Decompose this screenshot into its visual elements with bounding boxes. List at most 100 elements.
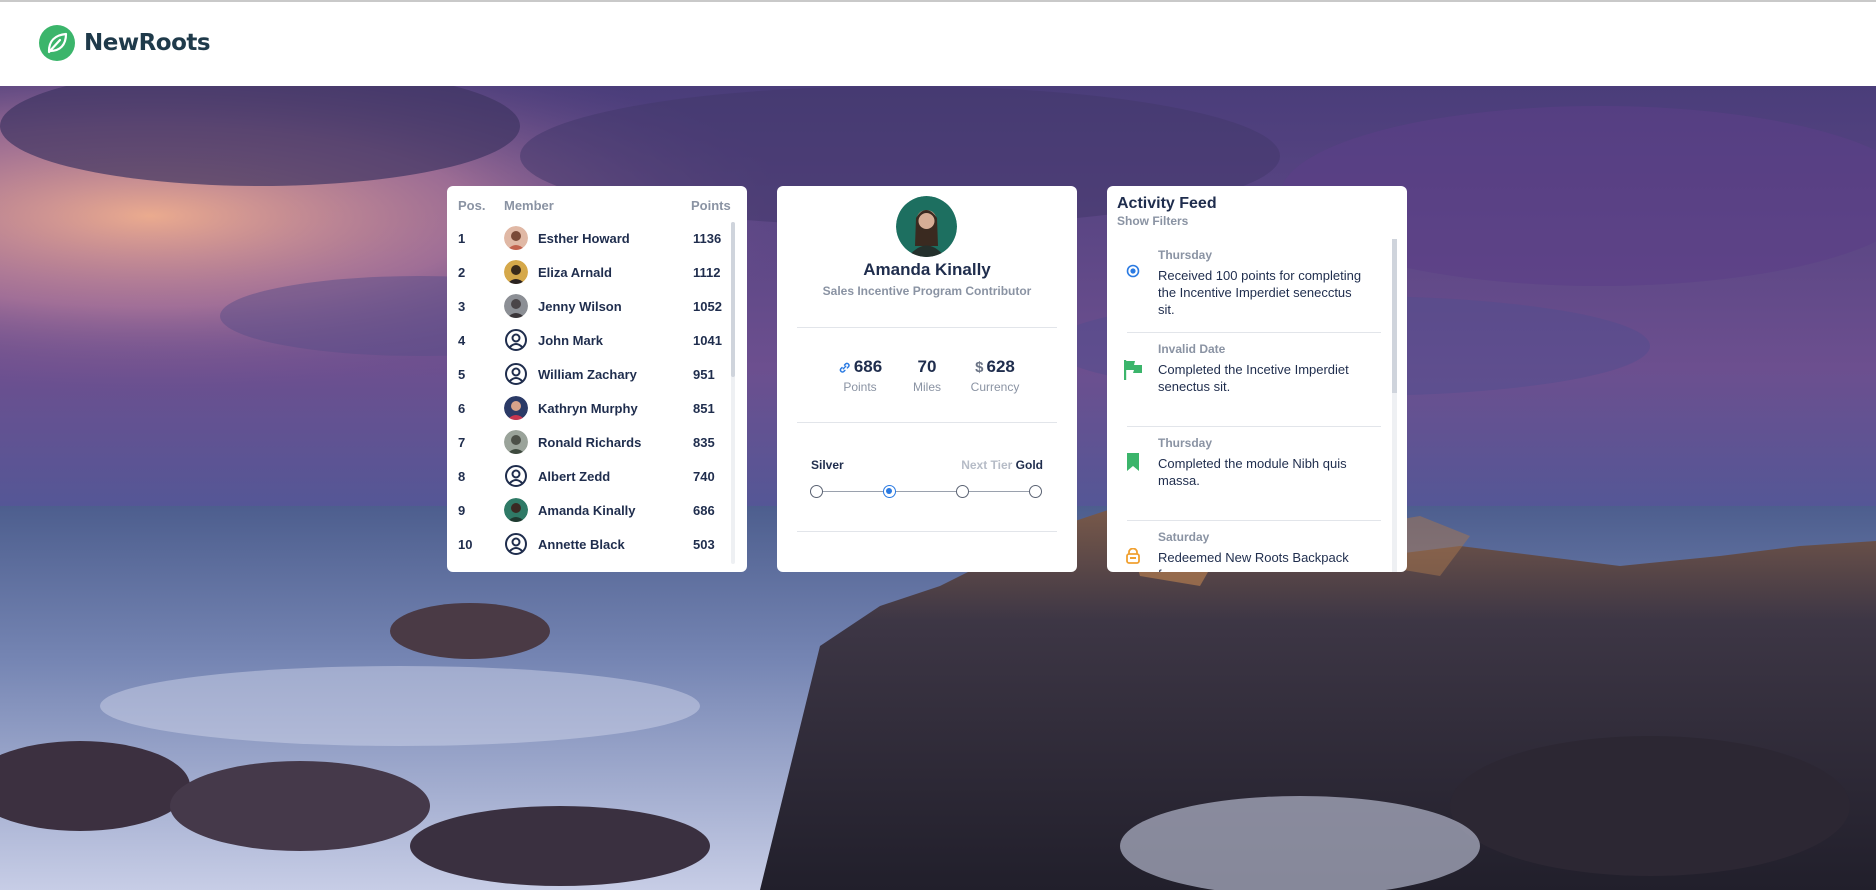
divider <box>797 327 1057 328</box>
list-item[interactable]: Thursday Received 100 points for complet… <box>1107 239 1387 333</box>
col-member: Member <box>504 198 554 213</box>
row-pos: 10 <box>458 537 473 552</box>
row-points: 503 <box>693 537 715 552</box>
row-pos: 8 <box>458 469 466 484</box>
row-pos: 3 <box>458 299 466 314</box>
row-pos: 2 <box>458 265 466 280</box>
leaderboard-card: Pos. Member Points 1 Esther Howard 1136 … <box>447 186 747 572</box>
profile-role: Sales Incentive Program Contributor <box>822 284 1032 298</box>
avatar <box>504 396 528 420</box>
scrollbar-thumb[interactable] <box>731 222 735 377</box>
profile-avatar <box>896 196 957 257</box>
avatar <box>504 498 528 522</box>
target-icon <box>1122 260 1144 282</box>
activity-list: Thursday Received 100 points for complet… <box>1107 239 1387 572</box>
activity-text: Received 100 points for completing the I… <box>1158 268 1362 317</box>
row-name: Ronald Richards <box>538 435 642 450</box>
leaderboard-scrollbar[interactable] <box>731 222 735 564</box>
brand-logo[interactable]: NewRoots <box>38 24 211 62</box>
divider <box>797 422 1057 423</box>
flag-icon <box>1122 359 1144 381</box>
tier-next: Next Tier Gold <box>961 458 1043 472</box>
table-row[interactable]: 8 Albert Zedd 740 <box>447 460 747 494</box>
row-name: John Mark <box>538 333 604 348</box>
app-header: NewRoots <box>0 2 1876 86</box>
link-icon <box>839 362 850 373</box>
table-row[interactable]: 2 Eliza Arnald 1112 <box>447 256 747 290</box>
row-pos: 6 <box>458 401 466 416</box>
activity-text: Redeemed New Roots Backpack for <box>1158 550 1349 572</box>
row-points: 835 <box>693 435 715 450</box>
stat-currency: $ 628 Currency <box>955 357 1035 394</box>
row-pos: 9 <box>458 503 466 518</box>
tier-step-current <box>883 485 896 498</box>
row-name: Albert Zedd <box>538 469 611 484</box>
tier-track-line <box>816 491 1038 492</box>
col-pos: Pos. <box>458 198 486 213</box>
row-points: 851 <box>693 401 715 416</box>
leaf-icon <box>39 25 75 61</box>
row-points: 951 <box>693 367 715 382</box>
avatar <box>504 260 528 284</box>
avatar <box>504 226 528 250</box>
row-name: Amanda Kinally <box>538 503 636 518</box>
bookmark-icon <box>1122 451 1144 473</box>
table-row[interactable]: 10 Annette Black 503 <box>447 528 747 562</box>
profile-card: Amanda Kinally Sales Incentive Program C… <box>777 186 1077 572</box>
activity-feed-card: Activity Feed Show Filters Thursday Rece… <box>1107 186 1407 572</box>
table-row[interactable]: 6 Kathryn Murphy 851 <box>447 392 747 426</box>
user-icon <box>504 362 528 386</box>
row-name: Jenny Wilson <box>538 299 622 314</box>
stat-label: Currency <box>970 380 1020 394</box>
list-item[interactable]: Saturday Redeemed New Roots Backpack for <box>1107 521 1387 572</box>
scrollbar-thumb[interactable] <box>1392 239 1397 393</box>
avatar <box>504 294 528 318</box>
tier-next-name: Gold <box>1015 458 1043 472</box>
table-row[interactable]: 7 Ronald Richards 835 <box>447 426 747 460</box>
tier-progress <box>810 485 1044 499</box>
row-points: 1052 <box>693 299 722 314</box>
avatar <box>504 430 528 454</box>
leaderboard-header: Pos. Member Points <box>447 198 747 214</box>
list-item[interactable]: Thursday Completed the module Nibh quis … <box>1107 427 1387 521</box>
stat-value: 70 <box>917 357 937 376</box>
tier-step <box>810 485 823 498</box>
activity-date: Thursday <box>1158 436 1213 450</box>
user-icon <box>504 532 528 556</box>
show-filters-link[interactable]: Show Filters <box>1117 214 1188 228</box>
row-pos: 5 <box>458 367 466 382</box>
bag-icon <box>1122 545 1144 567</box>
table-row[interactable]: 5 William Zachary 951 <box>447 358 747 392</box>
row-points: 1041 <box>693 333 722 348</box>
activity-text: Completed the module Nibh quis massa. <box>1158 456 1347 488</box>
list-item[interactable]: Invalid Date Completed the Incetive Impe… <box>1107 333 1387 427</box>
col-points: Points <box>691 198 731 213</box>
activity-feed-title: Activity Feed <box>1117 195 1217 212</box>
tier-step <box>956 485 969 498</box>
table-row[interactable]: 1 Esther Howard 1136 <box>447 222 747 256</box>
tier-current: Silver <box>811 458 844 472</box>
row-points: 740 <box>693 469 715 484</box>
dollar-icon: $ <box>975 358 984 376</box>
user-icon <box>504 328 528 352</box>
table-row[interactable]: 4 John Mark 1041 <box>447 324 747 358</box>
table-row[interactable]: 9 Amanda Kinally 686 <box>447 494 747 528</box>
stat-value: 628 <box>986 357 1015 376</box>
user-icon <box>504 464 528 488</box>
row-pos: 7 <box>458 435 466 450</box>
row-name: William Zachary <box>538 367 637 382</box>
activity-date: Invalid Date <box>1158 342 1226 356</box>
tier-step <box>1029 485 1042 498</box>
activity-scrollbar[interactable] <box>1392 239 1397 572</box>
activity-date: Thursday <box>1158 248 1213 262</box>
row-name: Kathryn Murphy <box>538 401 638 416</box>
row-pos: 4 <box>458 333 466 348</box>
activity-date: Saturday <box>1158 530 1210 544</box>
row-points: 1112 <box>693 265 721 280</box>
table-row[interactable]: 3 Jenny Wilson 1052 <box>447 290 747 324</box>
stat-value: 686 <box>853 357 883 376</box>
divider <box>797 531 1057 532</box>
row-name: Eliza Arnald <box>538 265 612 280</box>
row-points: 686 <box>693 503 715 518</box>
row-pos: 1 <box>458 231 466 246</box>
